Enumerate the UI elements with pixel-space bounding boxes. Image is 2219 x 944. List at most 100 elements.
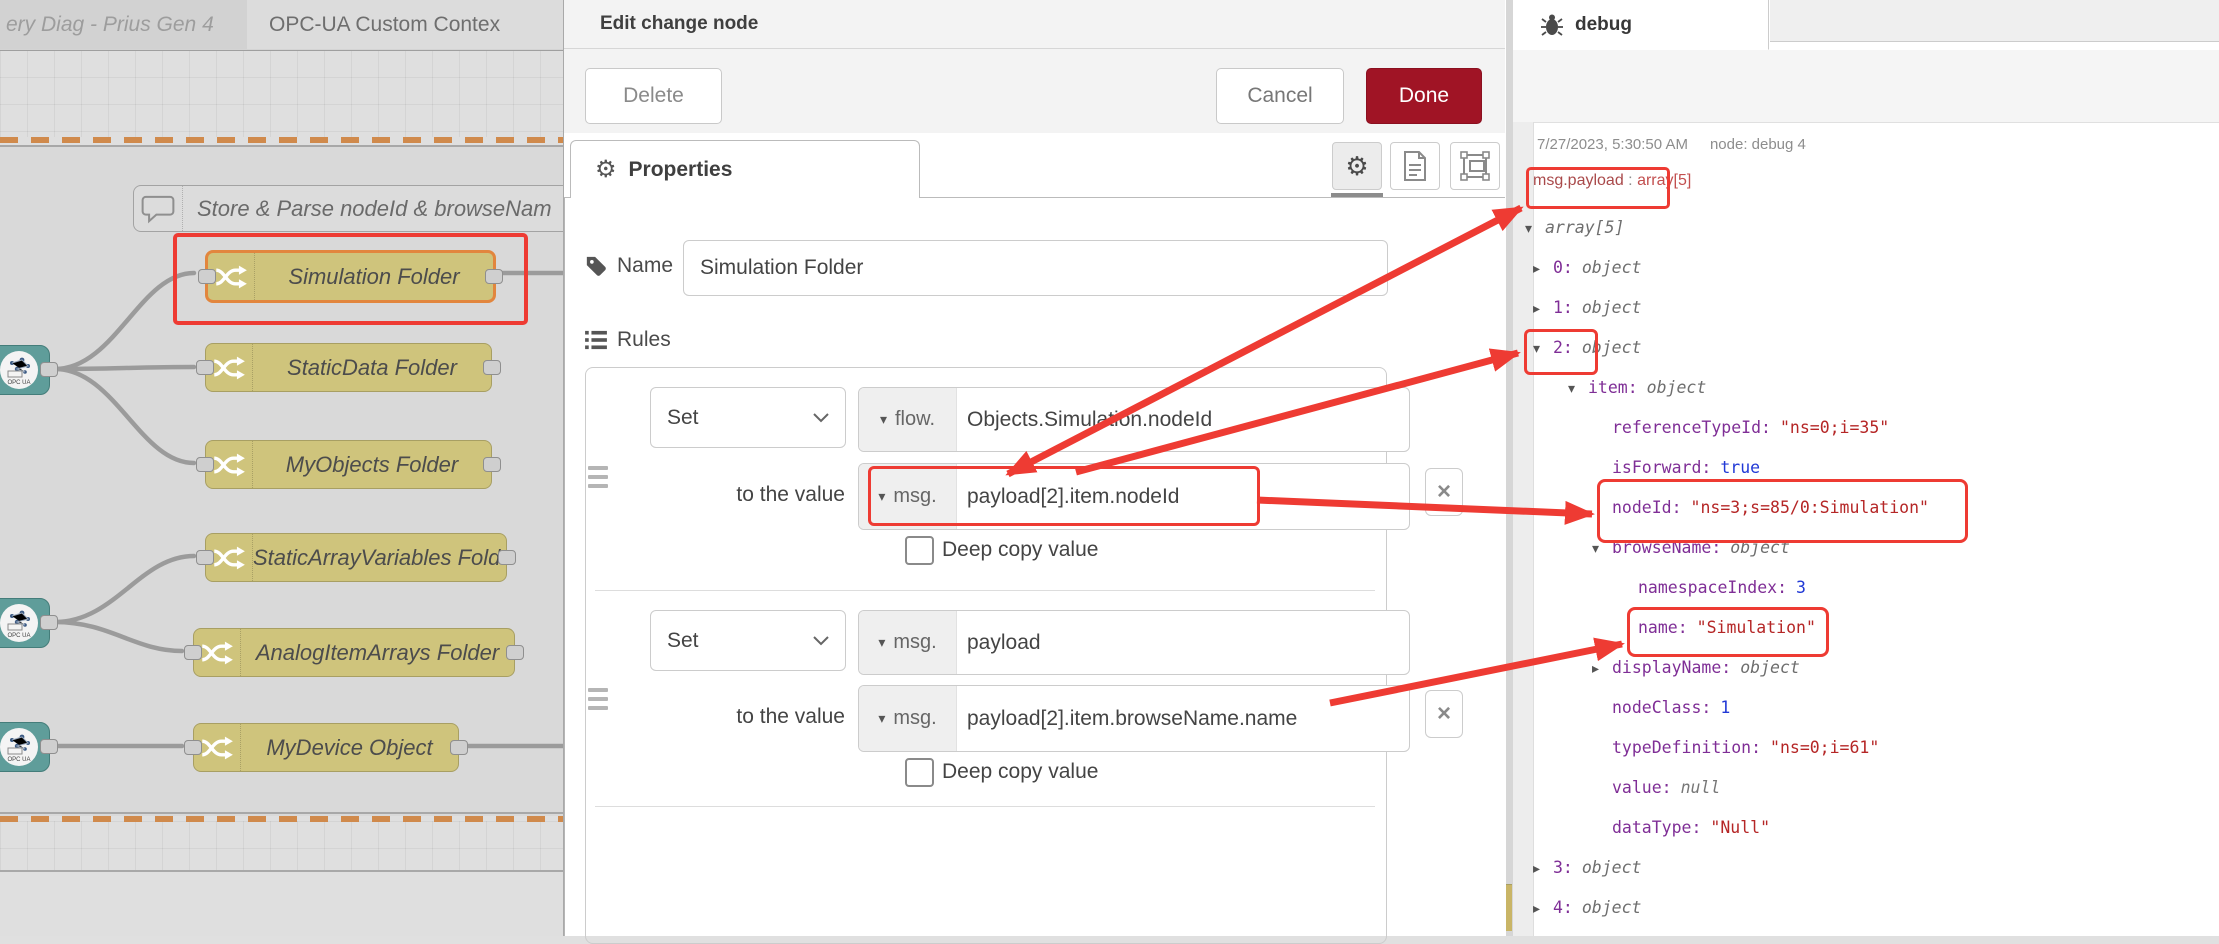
rule1-delete-button[interactable]: ×	[1425, 468, 1463, 516]
output-port[interactable]	[483, 457, 501, 472]
input-port[interactable]	[184, 645, 202, 660]
expand-caret-icon[interactable]: ▸	[1533, 896, 1553, 922]
rule1-action-select[interactable]: Set	[650, 387, 846, 448]
name-input[interactable]	[683, 240, 1388, 296]
gear-icon: ⚙	[595, 155, 617, 184]
typed-input-prefix[interactable]: ▾ msg.	[859, 686, 957, 751]
node-label: StaticArrayVariables Folder	[253, 545, 506, 571]
output-port[interactable]	[40, 615, 58, 630]
expand-caret-icon[interactable]: ▾	[1568, 376, 1588, 402]
dialog-tab-strip: ⚙ Properties ⚙	[564, 133, 1505, 198]
caret-down-icon: ▾	[878, 634, 885, 651]
caret-down-icon: ▾	[878, 710, 885, 727]
tree-row-0[interactable]: ▸0:object	[1533, 255, 1641, 282]
output-port[interactable]	[506, 645, 524, 660]
rule1-drag-handle[interactable]	[588, 466, 608, 488]
rule1-deep-copy-checkbox[interactable]	[905, 536, 934, 565]
rule2-deep-copy-checkbox[interactable]	[905, 758, 934, 787]
opcua-icon: OPC UA	[0, 728, 38, 766]
rule2-value-input[interactable]: ▾ msg. payload[2].item.browseName.name	[858, 685, 1410, 752]
flow-node-staticarrayvariables-folder[interactable]: StaticArrayVariables Folder	[205, 533, 507, 582]
output-port[interactable]	[40, 362, 58, 377]
output-port[interactable]	[450, 740, 468, 755]
rule2-deep-copy-label: Deep copy value	[942, 760, 1098, 784]
flow-node-opcua-server[interactable]: OPC UA	[0, 722, 50, 772]
prefix-label: msg.	[893, 485, 936, 508]
input-value: payload[2].item.browseName.name	[957, 686, 1297, 751]
opcua-label: OPC UA	[0, 757, 38, 763]
tree-row-2[interactable]: ▾2:object	[1533, 335, 1641, 362]
tree-row-referencetypeid: referenceTypeId:"ns=0;i=35"	[1592, 415, 1889, 441]
typed-input-prefix[interactable]: ▾ msg.	[859, 464, 957, 529]
expand-caret-icon[interactable]: ▸	[1533, 256, 1553, 282]
rule2-property-input[interactable]: ▾ msg. payload	[858, 610, 1410, 675]
input-port[interactable]	[196, 360, 214, 375]
expand-caret-icon[interactable]: ▸	[1533, 856, 1553, 882]
flow-node-simulation-folder[interactable]: Simulation Folder	[205, 250, 496, 303]
input-port[interactable]	[198, 269, 216, 284]
input-port[interactable]	[184, 740, 202, 755]
tree-row-nodeclass: nodeClass:1	[1592, 695, 1730, 721]
output-port[interactable]	[40, 739, 58, 754]
tree-row-nodeid: nodeId:"ns=3;s=85/0:Simulation"	[1592, 495, 1929, 521]
workspace-tab-battery-diag[interactable]: ery Diag - Prius Gen 4	[0, 0, 253, 49]
input-value: payload	[957, 611, 1041, 674]
rule-divider	[595, 590, 1375, 591]
rule1-value-input[interactable]: ▾ msg. payload[2].item.nodeId	[858, 463, 1410, 530]
output-port[interactable]	[498, 550, 516, 565]
typed-input-prefix[interactable]: ▾ msg.	[859, 611, 957, 674]
rule1-property-input[interactable]: ▾ flow. Objects.Simulation.nodeId	[858, 387, 1410, 452]
expand-caret-icon[interactable]: ▾	[1533, 336, 1553, 362]
expand-caret-icon[interactable]: ▸	[1592, 656, 1612, 682]
input-port[interactable]	[196, 550, 214, 565]
payload-path[interactable]: msg.payload	[1533, 172, 1624, 189]
node-label: MyObjects Folder	[253, 452, 491, 478]
output-port[interactable]	[483, 360, 501, 375]
rule2-drag-handle[interactable]	[588, 688, 608, 710]
tree-row-datatype: dataType:"Null"	[1592, 815, 1770, 841]
flow-node-mydevice-object[interactable]: MyDevice Object	[193, 723, 459, 772]
tree-row-browsename[interactable]: ▾browseName:object	[1592, 535, 1790, 562]
delete-button[interactable]: Delete	[585, 68, 722, 124]
flow-node-staticdata-folder[interactable]: StaticData Folder	[205, 343, 492, 392]
workspace-tab-opcua-custom-context[interactable]: OPC-UA Custom Contex	[247, 0, 564, 49]
flow-node-opcua-server[interactable]: OPC UA	[0, 598, 50, 648]
expand-caret-icon[interactable]: ▸	[1533, 296, 1553, 322]
done-button[interactable]: Done	[1366, 68, 1482, 124]
properties-view-button[interactable]: ⚙	[1332, 142, 1382, 190]
tab-label: debug	[1575, 14, 1632, 36]
tab-debug[interactable]: debug	[1513, 0, 1769, 50]
tab-label: OPC-UA Custom Contex	[269, 13, 500, 37]
output-port[interactable]	[485, 269, 503, 284]
tree-row-displayname[interactable]: ▸displayName:object	[1592, 655, 1800, 682]
flow-node-myobjects-folder[interactable]: MyObjects Folder	[205, 440, 492, 489]
tree-row-item[interactable]: ▾item:object	[1568, 375, 1706, 402]
document-icon	[1402, 151, 1428, 181]
expand-caret-icon[interactable]: ▾	[1525, 216, 1545, 242]
description-view-button[interactable]	[1390, 142, 1440, 190]
tree-row-1[interactable]: ▸1:object	[1533, 295, 1641, 322]
tree-row-typedefinition: typeDefinition:"ns=0;i=61"	[1592, 735, 1879, 761]
rule2-action-select[interactable]: Set	[650, 610, 846, 671]
rule1-deep-copy-label: Deep copy value	[942, 538, 1098, 562]
input-value: payload[2].item.nodeId	[957, 464, 1179, 529]
tree-row-isforward: isForward:true	[1592, 455, 1760, 481]
tree-row-array[interactable]: ▾array[5]	[1525, 215, 1624, 242]
flow-node-opcua-server[interactable]: OPC UA	[0, 345, 50, 395]
comment-node[interactable]: Store & Parse nodeId & browseNam	[133, 185, 564, 232]
tree-row-name: name:"Simulation"	[1618, 615, 1816, 641]
expand-caret-icon[interactable]: ▾	[1592, 536, 1612, 562]
prefix-label: msg.	[893, 707, 936, 730]
rule2-delete-button[interactable]: ×	[1425, 690, 1463, 738]
typed-input-prefix[interactable]: ▾ flow.	[859, 388, 957, 451]
tree-row-4[interactable]: ▸4:object	[1533, 895, 1641, 922]
caret-down-icon: ▾	[878, 488, 885, 505]
tab-properties[interactable]: ⚙ Properties	[570, 140, 920, 198]
tab-label: ery Diag - Prius Gen 4	[6, 13, 214, 37]
flow-canvas: Store & Parse nodeId & browseNam Simulat…	[0, 0, 564, 936]
input-port[interactable]	[196, 457, 214, 472]
appearance-view-button[interactable]	[1450, 142, 1500, 190]
cancel-button[interactable]: Cancel	[1216, 68, 1344, 124]
flow-node-analogitemarrays-folder[interactable]: AnalogItemArrays Folder	[193, 628, 515, 677]
tree-row-3[interactable]: ▸3:object	[1533, 855, 1641, 882]
